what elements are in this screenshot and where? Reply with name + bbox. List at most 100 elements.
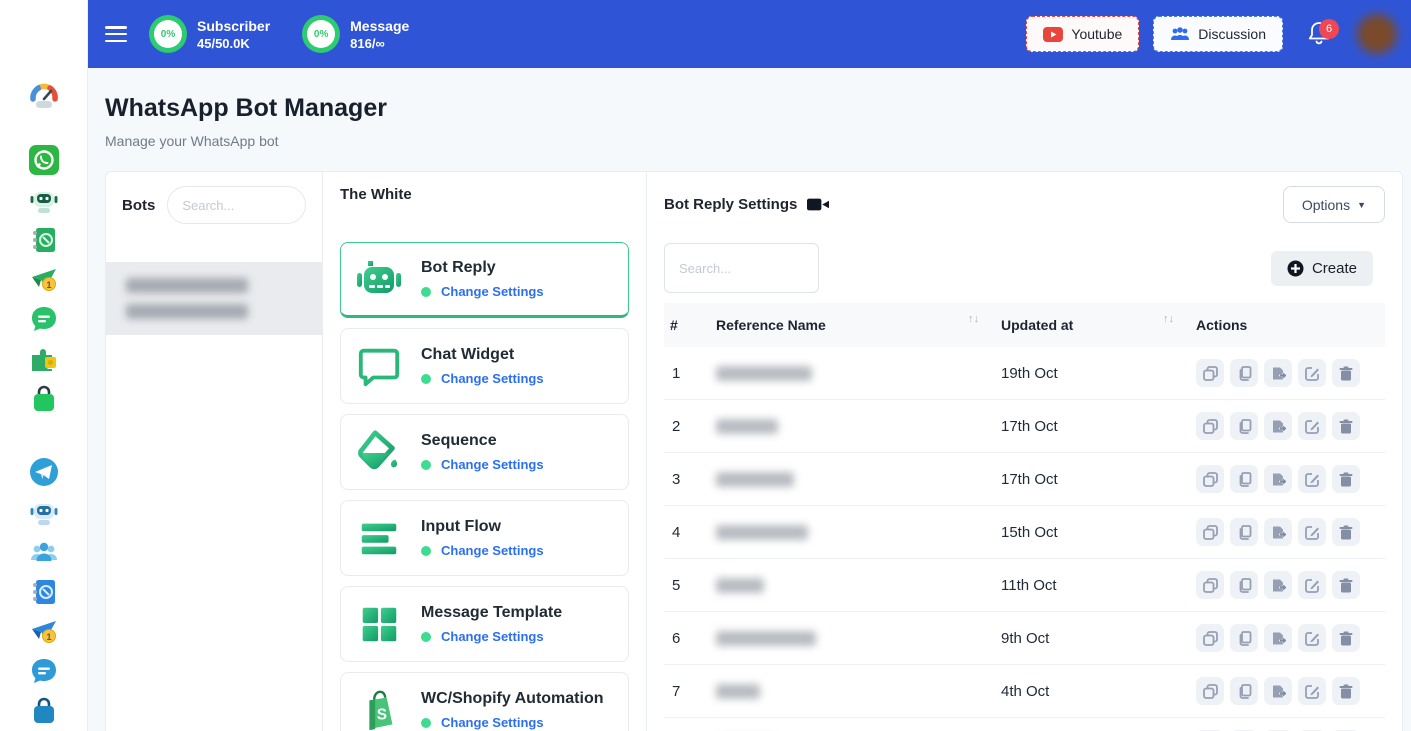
telegram-bot-icon[interactable] (27, 495, 61, 529)
clone-button[interactable] (1196, 571, 1224, 599)
col-header-updated-at[interactable]: ↑↓Updated at (993, 303, 1188, 347)
dashboard-gauge-icon[interactable] (24, 76, 64, 116)
notifications-button[interactable]: 6 (1307, 21, 1331, 47)
discussion-button[interactable]: Discussion (1153, 16, 1283, 52)
copy-button[interactable] (1230, 571, 1258, 599)
svg-text:S: S (377, 707, 387, 724)
change-settings-link[interactable]: Change Settings (441, 715, 544, 730)
whatsapp-contacts-icon[interactable] (27, 223, 61, 257)
clone-button[interactable] (1196, 359, 1224, 387)
col-header-reference-name[interactable]: ↑↓Reference Name (708, 303, 993, 347)
row-updated-at: 9th Oct (993, 612, 1188, 665)
delete-button[interactable] (1332, 571, 1360, 599)
delete-button[interactable] (1332, 624, 1360, 652)
subscriber-percent: 0% (154, 20, 182, 48)
copy-button[interactable] (1230, 518, 1258, 546)
telegram-contacts-icon[interactable] (27, 575, 61, 609)
menu-card-title: Chat Widget (421, 346, 544, 364)
menu-card-bot-reply[interactable]: Bot Reply Change Settings (340, 242, 629, 318)
telegram-group-icon[interactable] (27, 535, 61, 569)
create-button[interactable]: Create (1271, 251, 1373, 286)
edit-button[interactable] (1298, 359, 1326, 387)
subscriber-progress-ring: 0% (149, 15, 187, 53)
reference-name-redacted (716, 684, 760, 699)
bot-manager-board: Bots The White (105, 171, 1403, 731)
youtube-icon (1043, 27, 1063, 42)
table-row: 2 17th Oct (664, 400, 1385, 453)
menu-card-chat-widget[interactable]: Chat Widget Change Settings (340, 328, 629, 404)
reference-name-redacted (716, 472, 794, 487)
export-button[interactable] (1264, 412, 1292, 440)
bot-name-redacted (126, 278, 248, 293)
telegram-chat-icon[interactable] (27, 654, 61, 688)
integrations-puzzle-icon[interactable] (27, 342, 61, 376)
menu-card-title: Sequence (421, 432, 544, 450)
menu-card-sequence[interactable]: Sequence Change Settings (340, 414, 629, 490)
whatsapp-broadcast-icon[interactable]: 1 (27, 262, 61, 296)
options-dropdown-button[interactable]: Options ▼ (1283, 186, 1385, 223)
delete-button[interactable] (1332, 412, 1360, 440)
copy-button[interactable] (1230, 412, 1258, 440)
clone-button[interactable] (1196, 677, 1224, 705)
delete-button[interactable] (1332, 518, 1360, 546)
shopify-bag-icon: S (355, 686, 403, 731)
bot-list-item-selected[interactable] (106, 262, 322, 335)
edit-button[interactable] (1298, 412, 1326, 440)
edit-button[interactable] (1298, 624, 1326, 652)
video-camera-icon[interactable] (807, 197, 829, 212)
edit-button[interactable] (1298, 571, 1326, 599)
copy-button[interactable] (1230, 465, 1258, 493)
clone-button[interactable] (1196, 465, 1224, 493)
clone-button[interactable] (1196, 624, 1224, 652)
user-avatar[interactable] (1357, 14, 1397, 54)
discussion-people-icon (1170, 26, 1190, 42)
export-button[interactable] (1264, 677, 1292, 705)
change-settings-link[interactable]: Change Settings (441, 629, 544, 644)
export-button[interactable] (1264, 624, 1292, 652)
edit-button[interactable] (1298, 677, 1326, 705)
platform-sidebar: 1 1 (0, 0, 88, 731)
telegram-store-icon[interactable] (27, 694, 61, 728)
delete-button[interactable] (1332, 359, 1360, 387)
whatsapp-icon[interactable] (27, 143, 61, 177)
clone-button[interactable] (1196, 412, 1224, 440)
telegram-icon[interactable] (27, 455, 61, 489)
menu-card-message-template[interactable]: Message Template Change Settings (340, 586, 629, 662)
bots-search-input[interactable] (167, 186, 306, 224)
youtube-button[interactable]: Youtube (1026, 16, 1139, 52)
copy-button[interactable] (1230, 359, 1258, 387)
edit-button[interactable] (1298, 465, 1326, 493)
reference-name-redacted (716, 525, 808, 540)
delete-button[interactable] (1332, 677, 1360, 705)
row-number: 4 (664, 506, 708, 559)
change-settings-link[interactable]: Change Settings (441, 371, 544, 386)
export-button[interactable] (1264, 359, 1292, 387)
change-settings-link[interactable]: Change Settings (441, 457, 544, 472)
clone-button[interactable] (1196, 518, 1224, 546)
table-search-input[interactable] (664, 243, 819, 293)
change-settings-link[interactable]: Change Settings (441, 543, 544, 558)
menu-card-input-flow[interactable]: Input Flow Change Settings (340, 500, 629, 576)
robot-icon (355, 255, 403, 303)
edit-button[interactable] (1298, 518, 1326, 546)
whatsapp-bot-icon[interactable] (27, 183, 61, 217)
hamburger-menu-icon[interactable] (105, 26, 127, 42)
sort-icon[interactable]: ↑↓ (1163, 313, 1180, 325)
row-number: 3 (664, 453, 708, 506)
telegram-broadcast-icon[interactable]: 1 (27, 614, 61, 648)
export-button[interactable] (1264, 465, 1292, 493)
whatsapp-store-icon[interactable] (27, 382, 61, 416)
export-button[interactable] (1264, 518, 1292, 546)
copy-button[interactable] (1230, 624, 1258, 652)
sort-icon[interactable]: ↑↓ (968, 313, 985, 325)
menu-card-wc-shopify[interactable]: S WC/Shopify Automation Change Settings (340, 672, 629, 731)
status-dot (421, 546, 431, 556)
options-label: Options (1302, 197, 1350, 213)
export-button[interactable] (1264, 571, 1292, 599)
whatsapp-chat-icon[interactable] (27, 302, 61, 336)
status-dot (421, 460, 431, 470)
delete-button[interactable] (1332, 465, 1360, 493)
change-settings-link[interactable]: Change Settings (441, 284, 544, 299)
copy-button[interactable] (1230, 677, 1258, 705)
menu-card-title: Bot Reply (421, 259, 544, 277)
